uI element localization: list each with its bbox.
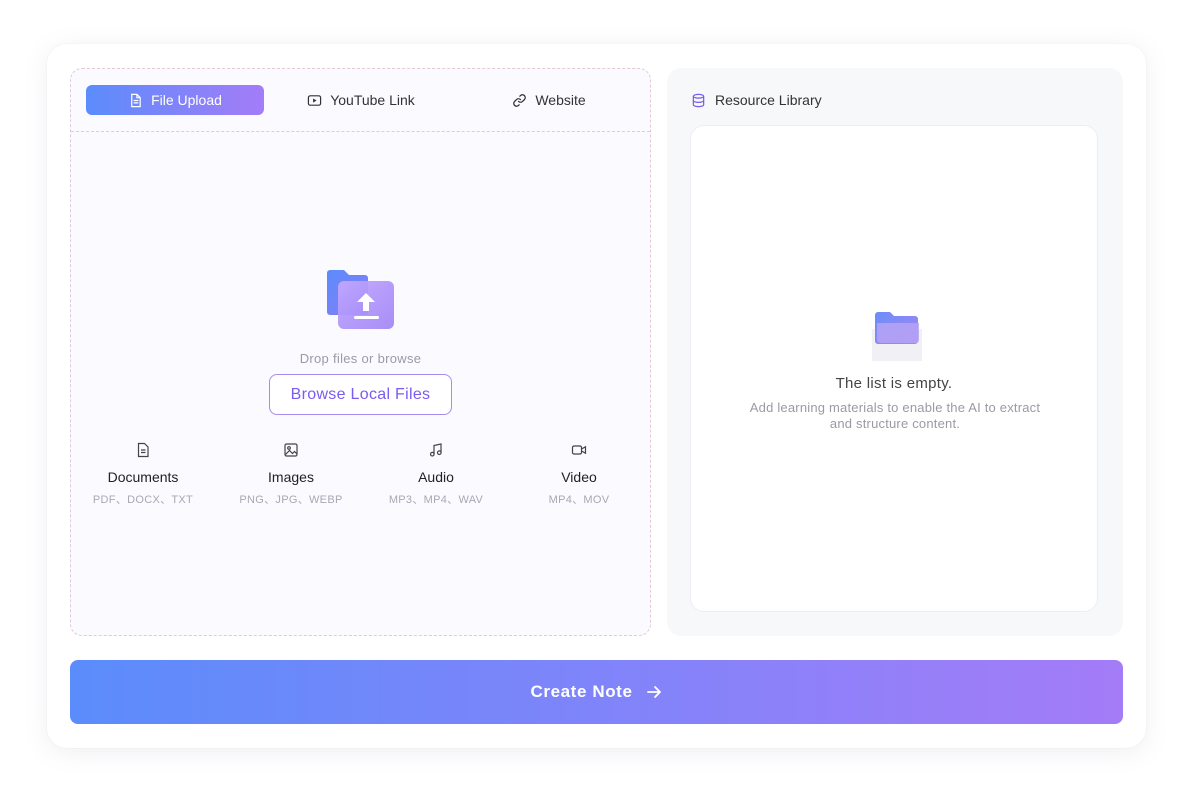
file-type-name: Video [561, 469, 597, 485]
file-type-name: Audio [418, 469, 454, 485]
drop-hint-text: Drop files or browse [299, 351, 422, 366]
file-type-audio: Audio MP3、MP4、WAV [366, 442, 506, 507]
browse-local-files-button[interactable]: Browse Local Files [269, 374, 452, 415]
file-type-name: Images [268, 469, 314, 485]
database-icon [692, 93, 705, 107]
tab-label: Website [535, 92, 586, 108]
empty-state-title: The list is empty. [835, 375, 953, 392]
tab-website[interactable]: Website [459, 85, 639, 115]
tab-label: YouTube Link [330, 92, 415, 108]
resource-library-title: Resource Library [715, 92, 822, 108]
video-camera-icon [571, 445, 587, 455]
arrow-right-icon [646, 686, 661, 698]
file-drop-zone[interactable]: Drop files or browse Browse Local Files … [71, 132, 650, 635]
file-type-documents: Documents PDF、DOCX、TXT [73, 442, 213, 507]
tab-file-upload[interactable]: File Upload [86, 85, 264, 115]
create-note-button[interactable]: Create Note [70, 660, 1123, 724]
upload-panel: File Upload YouTube Link Website Drop fi… [70, 68, 651, 636]
folder-upload-icon [327, 270, 394, 329]
file-type-name: Documents [107, 469, 179, 485]
empty-state-description: Add learning materials to enable the AI … [749, 400, 1041, 431]
file-type-formats: PNG、JPG、WEBP [239, 494, 343, 506]
file-type-formats: PDF、DOCX、TXT [92, 494, 194, 506]
source-tabs: File Upload YouTube Link Website [71, 69, 650, 132]
create-note-label: Create Note [530, 682, 633, 701]
image-icon [284, 443, 298, 457]
document-icon [137, 442, 149, 458]
link-icon [513, 93, 527, 107]
file-type-images: Images PNG、JPG、WEBP [221, 442, 361, 507]
resource-library-panel: Resource Library The list is empty. Add … [667, 68, 1123, 636]
empty-folder-icon [872, 312, 922, 361]
file-type-formats: MP3、MP4、WAV [388, 494, 484, 506]
tab-youtube-link[interactable]: YouTube Link [271, 85, 451, 115]
tab-label: File Upload [151, 92, 222, 108]
music-note-icon [429, 443, 442, 457]
file-type-video: Video MP4、MOV [509, 442, 649, 507]
resource-library-header: Resource Library [691, 92, 822, 108]
resource-list: The list is empty. Add learning material… [690, 125, 1098, 612]
youtube-icon [308, 94, 322, 106]
file-type-formats: MP4、MOV [548, 494, 610, 506]
document-icon [131, 93, 141, 107]
